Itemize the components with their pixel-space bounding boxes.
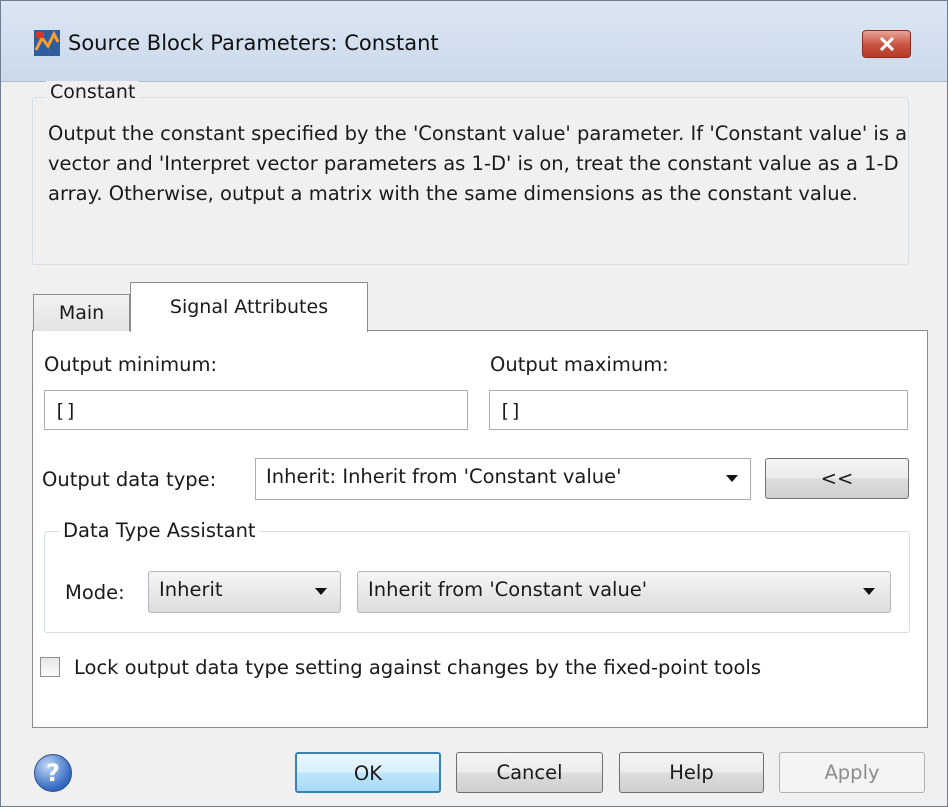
data-type-assistant-toggle-button[interactable]: << [765,458,909,499]
output-maximum-input[interactable]: [] [489,390,908,430]
description-text: Output the constant specified by the 'Co… [48,122,908,205]
output-data-type-select[interactable]: Inherit: Inherit from 'Constant value' [255,458,751,500]
apply-button[interactable]: Apply [779,752,925,793]
inherit-rule-value: Inherit from 'Constant value' [368,578,648,601]
inherit-rule-select[interactable]: Inherit from 'Constant value' [357,571,891,613]
lock-data-type-label[interactable]: Lock output data type setting against ch… [74,656,761,679]
mode-value: Inherit [159,578,223,601]
chevron-down-icon [863,588,875,595]
tab-signal-attributes[interactable]: Signal Attributes [130,282,368,332]
mode-label: Mode: [65,581,125,604]
close-button[interactable] [862,30,911,58]
chevron-down-icon [315,588,327,595]
ok-button[interactable]: OK [295,752,441,793]
output-data-type-label: Output data type: [42,468,217,491]
title-bar[interactable]: Source Block Parameters: Constant [1,1,947,82]
mode-select[interactable]: Inherit [148,571,341,613]
output-maximum-label: Output maximum: [490,353,669,376]
help-icon[interactable]: ? [34,754,72,792]
close-icon [879,37,895,51]
window-title: Source Block Parameters: Constant [68,31,439,55]
description-group-title: Constant [46,81,140,103]
tab-main[interactable]: Main [33,294,130,331]
lock-data-type-checkbox[interactable] [40,657,60,677]
chevron-down-icon [726,475,738,482]
cancel-button[interactable]: Cancel [456,752,603,793]
dialog-window: Source Block Parameters: Constant Consta… [0,0,948,807]
output-data-type-value: Inherit: Inherit from 'Constant value' [266,465,622,488]
simulink-app-icon [34,30,60,56]
output-minimum-input[interactable]: [] [44,390,468,430]
output-minimum-label: Output minimum: [44,353,218,376]
data-type-assistant-title: Data Type Assistant [59,519,260,542]
help-button[interactable]: Help [619,752,764,793]
